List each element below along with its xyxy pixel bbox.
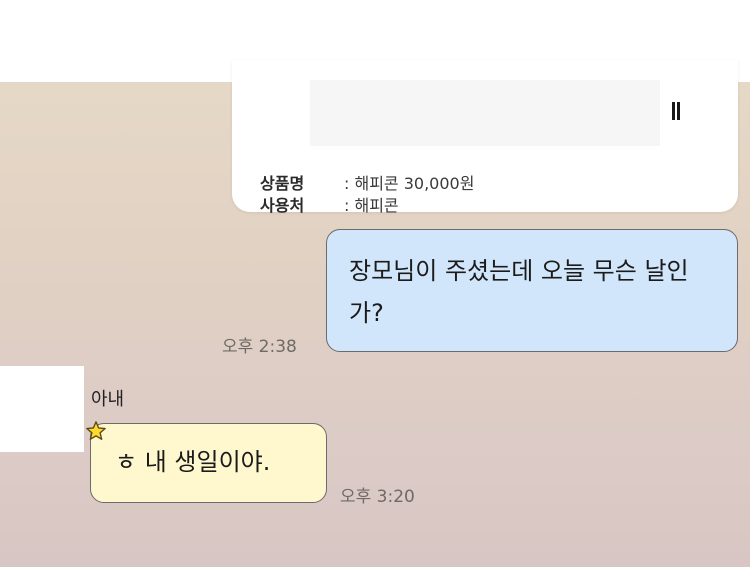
wife-message-bubble[interactable]: ㅎ 내 생일이야.: [90, 423, 327, 503]
gift-store-value: : 해피콘: [344, 196, 399, 215]
gift-product-value: : 해피콘 30,000원: [344, 174, 475, 193]
my-message-bubble[interactable]: 장모님이 주셨는데 오늘 무슨 날인가?: [326, 229, 738, 352]
gift-card-message[interactable]: 상품명 : 해피콘 30,000원 사용처 : 해피콘: [232, 60, 738, 215]
gift-store-label: 사용처: [260, 196, 305, 215]
gift-image-placeholder: [310, 80, 660, 146]
gift-product-label: 상품명: [260, 174, 305, 193]
star-icon: [86, 421, 106, 440]
barcode-icon: [672, 102, 680, 120]
gift-store-row: 사용처 : 해피콘: [260, 192, 399, 216]
wife-message-time: 오후 3:20: [340, 487, 415, 507]
avatar[interactable]: [0, 366, 84, 452]
gift-product-row: 상품명 : 해피콘 30,000원: [260, 170, 474, 194]
my-message-time: 오후 2:38: [222, 337, 297, 357]
sender-name: 아내: [91, 389, 125, 410]
gift-card-image[interactable]: [254, 80, 714, 164]
